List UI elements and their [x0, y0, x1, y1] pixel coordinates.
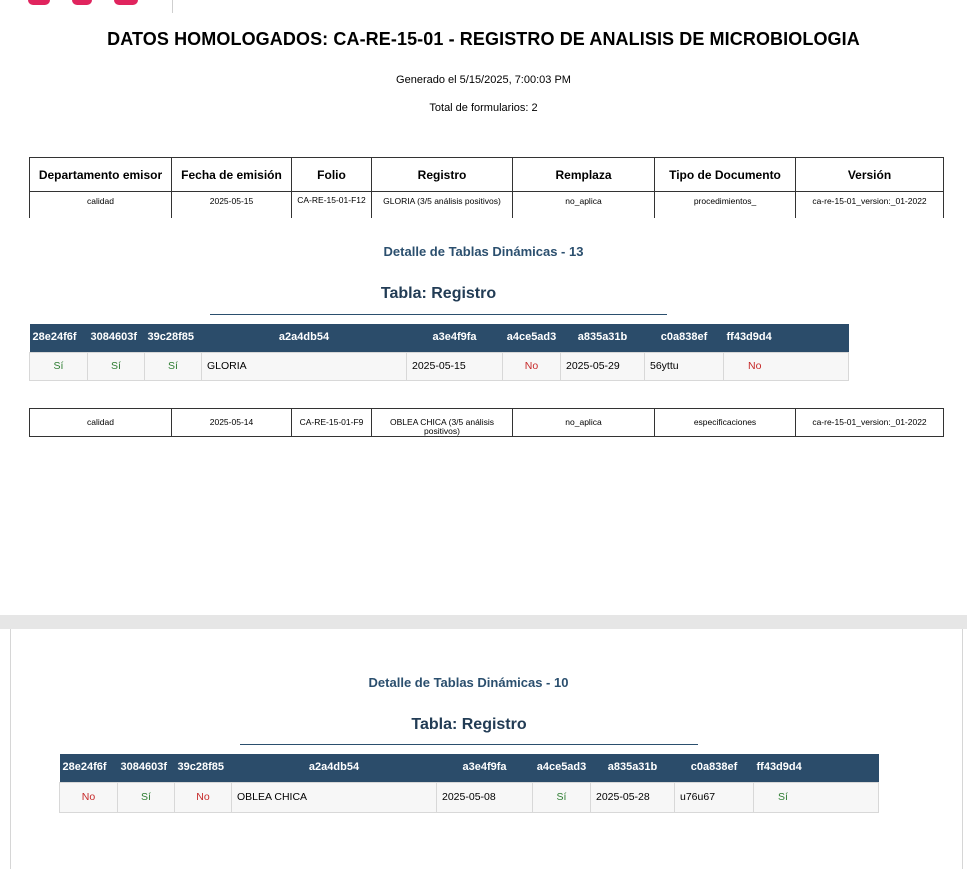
col-3084603f: 3084603f	[117, 754, 175, 782]
col-a835a31b: a835a31b	[560, 324, 645, 352]
col-a3e4f9fa: a3e4f9fa	[406, 324, 503, 352]
registro-table: 28e24f6f 3084603f 39c28f85 a2a4db54 a3e4…	[59, 754, 879, 813]
report-page-2: Detalle de Tablas Dinámicas - 10 Tabla: …	[10, 629, 963, 869]
col-a2a4db54: a2a4db54	[201, 324, 407, 352]
col-a835a31b: a835a31b	[590, 754, 675, 782]
cell: 2025-05-28	[590, 781, 675, 813]
cell: No	[723, 351, 849, 381]
cell: Sí	[144, 351, 202, 381]
cell: no_aplica	[565, 416, 602, 427]
cell: Sí	[532, 781, 591, 813]
forms-table-continued: calidad 2025-05-14 CA-RE-15-01-F9 OBLEA …	[29, 408, 944, 437]
forms-table-header: Departamento emisor Fecha de emisión Fol…	[29, 157, 944, 192]
cell: 56yttu	[644, 351, 724, 381]
col-a4ce5ad3: a4ce5ad3	[532, 754, 591, 782]
cell: GLORIA	[201, 351, 407, 381]
tabla-title: Tabla: Registro	[411, 716, 527, 733]
col-39c28f85: 39c28f85	[174, 754, 232, 782]
tabla-title: Tabla: Registro	[380, 285, 497, 302]
cell: OBLEA CHICA	[231, 781, 437, 813]
detail-section-title: Detalle de Tablas Dinámicas - 10	[368, 675, 569, 690]
cell: ca-re-15-01_version:_01-2022	[812, 416, 927, 427]
document-title: DATOS HOMOLOGADOS: CA-RE-15-01 - REGISTR…	[107, 29, 860, 49]
cell: 2025-05-08	[436, 781, 533, 813]
registro-table-header: 28e24f6f 3084603f 39c28f85 a2a4db54 a3e4…	[29, 324, 849, 352]
col-28e24f6f: 28e24f6f	[29, 324, 88, 352]
cell: No	[502, 351, 561, 381]
col-folio: Folio	[291, 157, 372, 192]
cell: OBLEA CHICA (3/5 análisis positivos)	[390, 416, 494, 436]
col-tipo: Tipo de Documento	[654, 157, 796, 192]
report-page-1: DATOS HOMOLOGADOS: CA-RE-15-01 - REGISTR…	[0, 0, 967, 615]
page-break	[0, 615, 967, 629]
cell: GLORIA (3/5 análisis positivos)	[383, 195, 501, 206]
forms-table: Departamento emisor Fecha de emisión Fol…	[29, 157, 944, 218]
cell: Sí	[753, 781, 879, 813]
col-a3e4f9fa: a3e4f9fa	[436, 754, 533, 782]
cell: calidad	[87, 416, 114, 427]
col-remplaza: Remplaza	[512, 157, 655, 192]
cell: 2025-05-15	[209, 195, 254, 206]
cell: Sí	[117, 781, 175, 813]
col-version: Versión	[795, 157, 944, 192]
col-28e24f6f: 28e24f6f	[59, 754, 118, 782]
detail-section-title: Detalle de Tablas Dinámicas - 13	[383, 244, 584, 259]
cell: CA-RE-15-01-F9	[299, 416, 364, 427]
table-row: calidad 2025-05-14 CA-RE-15-01-F9 OBLEA …	[29, 408, 944, 437]
cell: procedimientos_	[693, 195, 757, 206]
cell: 2025-05-29	[560, 351, 645, 381]
cell: Sí	[87, 351, 145, 381]
col-c0a838ef: c0a838ef	[644, 324, 724, 352]
table-row: Sí Sí Sí GLORIA 2025-05-15 No 2025-05-29…	[29, 351, 849, 381]
col-departamento: Departamento emisor	[29, 157, 172, 192]
brand-logo	[28, 0, 156, 6]
table-row: No Sí No OBLEA CHICA 2025-05-08 Sí 2025-…	[59, 781, 879, 813]
col-ff43d9d4: ff43d9d4	[753, 754, 879, 782]
cell: CA-RE-15-01-F12	[297, 194, 366, 205]
cell: No	[59, 781, 118, 813]
generated-timestamp: Generado el 5/15/2025, 7:00:03 PM	[396, 74, 571, 86]
cell: 2025-05-15	[406, 351, 503, 381]
tabla-underline	[240, 744, 698, 745]
total-forms: Total de formularios: 2	[429, 102, 538, 114]
col-a2a4db54: a2a4db54	[231, 754, 437, 782]
logo-divider	[172, 0, 173, 13]
cell: Sí	[29, 351, 88, 381]
col-3084603f: 3084603f	[87, 324, 145, 352]
cell: 2025-05-14	[209, 416, 254, 427]
col-registro: Registro	[371, 157, 513, 192]
table-row: calidad 2025-05-15 CA-RE-15-01-F12 GLORI…	[29, 191, 944, 218]
cell: especificaciones	[693, 416, 757, 427]
cell: No	[174, 781, 232, 813]
cell: u76u67	[674, 781, 754, 813]
col-fecha: Fecha de emisión	[171, 157, 292, 192]
cell: ca-re-15-01_version:_01-2022	[812, 195, 927, 206]
tabla-underline	[210, 314, 667, 315]
cell: no_aplica	[565, 195, 602, 206]
col-a4ce5ad3: a4ce5ad3	[502, 324, 561, 352]
registro-table: 28e24f6f 3084603f 39c28f85 a2a4db54 a3e4…	[29, 324, 849, 381]
col-c0a838ef: c0a838ef	[674, 754, 754, 782]
registro-table-header: 28e24f6f 3084603f 39c28f85 a2a4db54 a3e4…	[59, 754, 879, 782]
col-39c28f85: 39c28f85	[144, 324, 202, 352]
cell: calidad	[87, 195, 114, 206]
col-ff43d9d4: ff43d9d4	[723, 324, 849, 352]
